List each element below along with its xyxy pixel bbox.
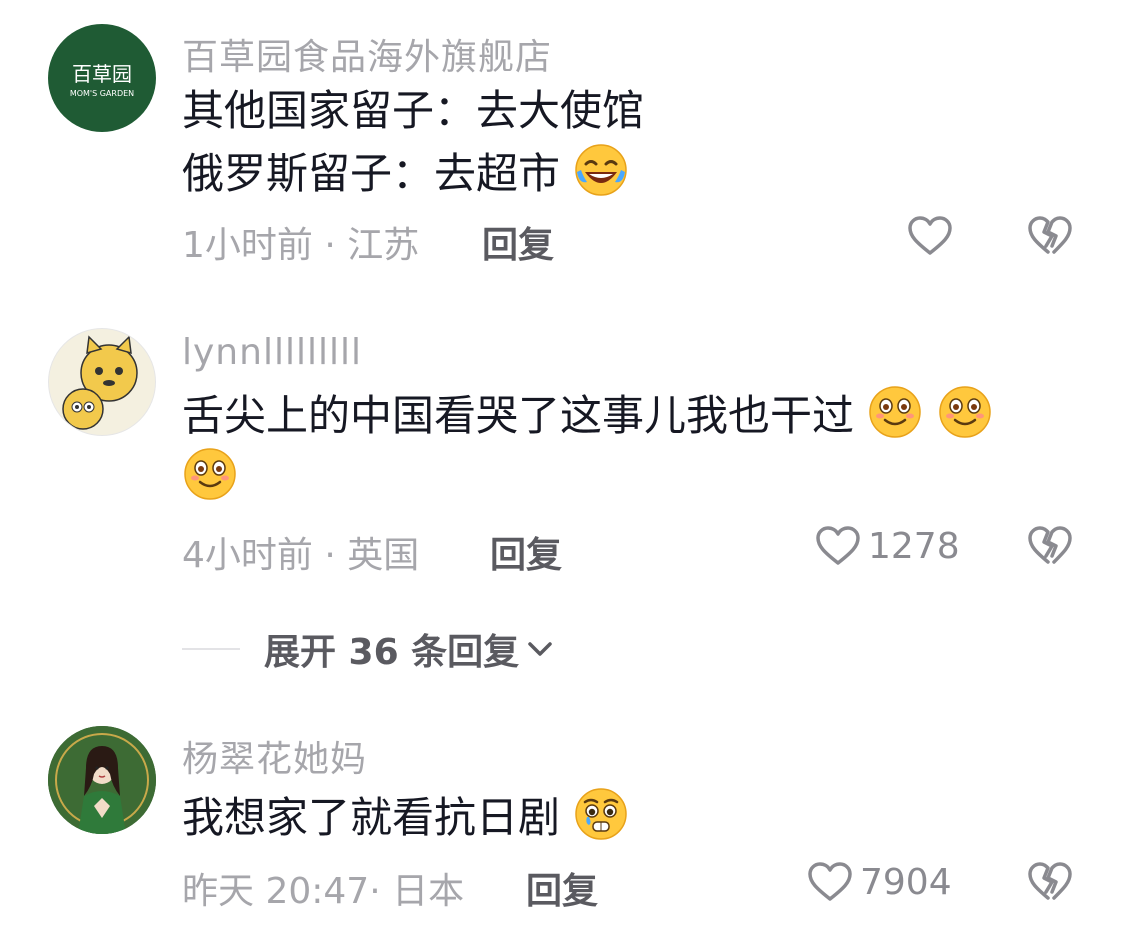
blush-smile-emoji bbox=[182, 446, 238, 519]
blush-smile-emoji bbox=[937, 384, 993, 457]
like-count: 7904 bbox=[860, 861, 952, 903]
blush-smile-emoji bbox=[867, 384, 923, 457]
comment-text: 其他国家留子：去大使馆 bbox=[182, 80, 644, 142]
dislike-button[interactable] bbox=[1026, 212, 1074, 264]
comment-text: 我想家了就看抗日剧 bbox=[182, 786, 629, 859]
username[interactable]: 百草园食品海外旗舰店 bbox=[182, 28, 552, 80]
comment-list: 百草园 MOM'S GARDEN 百草园食品海外旗舰店 其他国家留子：去大使馆 … bbox=[0, 0, 1125, 940]
like-button[interactable] bbox=[906, 212, 960, 260]
comment-line: 俄罗斯留子：去超市 bbox=[182, 149, 561, 198]
time-location: 4小时前 · 英国 bbox=[182, 535, 420, 576]
heart-icon bbox=[816, 526, 860, 565]
username[interactable]: 杨翠花她妈 bbox=[182, 730, 367, 782]
avatar[interactable]: 百草园 MOM'S GARDEN bbox=[48, 24, 156, 132]
comment-text bbox=[182, 446, 238, 519]
divider bbox=[182, 648, 240, 650]
expand-replies-button[interactable]: 展开 36 条回复 bbox=[182, 624, 557, 674]
broken-heart-icon bbox=[1028, 526, 1072, 564]
svg-text:百草园: 百草园 bbox=[72, 62, 132, 86]
like-button[interactable]: 7904 bbox=[806, 858, 952, 906]
reply-button[interactable]: 回复 bbox=[482, 216, 554, 268]
time-location: 1小时前 · 江苏 bbox=[182, 225, 420, 266]
reply-button[interactable]: 回复 bbox=[490, 526, 562, 578]
comment-line: 我想家了就看抗日剧 bbox=[182, 793, 561, 842]
username[interactable]: lynnlllllllll bbox=[182, 332, 362, 373]
comment-text: 俄罗斯留子：去超市 bbox=[182, 142, 629, 215]
heart-icon bbox=[908, 216, 952, 255]
like-button[interactable]: 1278 bbox=[814, 522, 960, 570]
time-location: 昨天 20:47· 日本 bbox=[182, 871, 465, 912]
svg-text:MOM'S GARDEN: MOM'S GARDEN bbox=[70, 89, 134, 98]
dislike-button[interactable] bbox=[1026, 858, 1074, 910]
broken-heart-icon bbox=[1028, 862, 1072, 900]
comment-line: 舌尖上的中国看哭了这事儿我也干过 bbox=[182, 391, 855, 440]
comment-text: 舌尖上的中国看哭了这事儿我也干过 bbox=[182, 384, 993, 457]
laughing-tears-emoji bbox=[573, 142, 629, 215]
like-count: 1278 bbox=[868, 525, 960, 567]
reply-button[interactable]: 回复 bbox=[526, 862, 598, 914]
heart-icon bbox=[808, 862, 852, 901]
dislike-button[interactable] bbox=[1026, 522, 1074, 574]
pleading-tears-emoji bbox=[573, 786, 629, 859]
chevron-down-icon bbox=[528, 642, 552, 656]
comment-line: 其他国家留子：去大使馆 bbox=[182, 86, 645, 135]
expand-replies-label: 展开 36 条回复 bbox=[264, 632, 520, 673]
avatar[interactable] bbox=[48, 726, 156, 834]
broken-heart-icon bbox=[1028, 216, 1072, 254]
avatar[interactable] bbox=[48, 328, 156, 436]
